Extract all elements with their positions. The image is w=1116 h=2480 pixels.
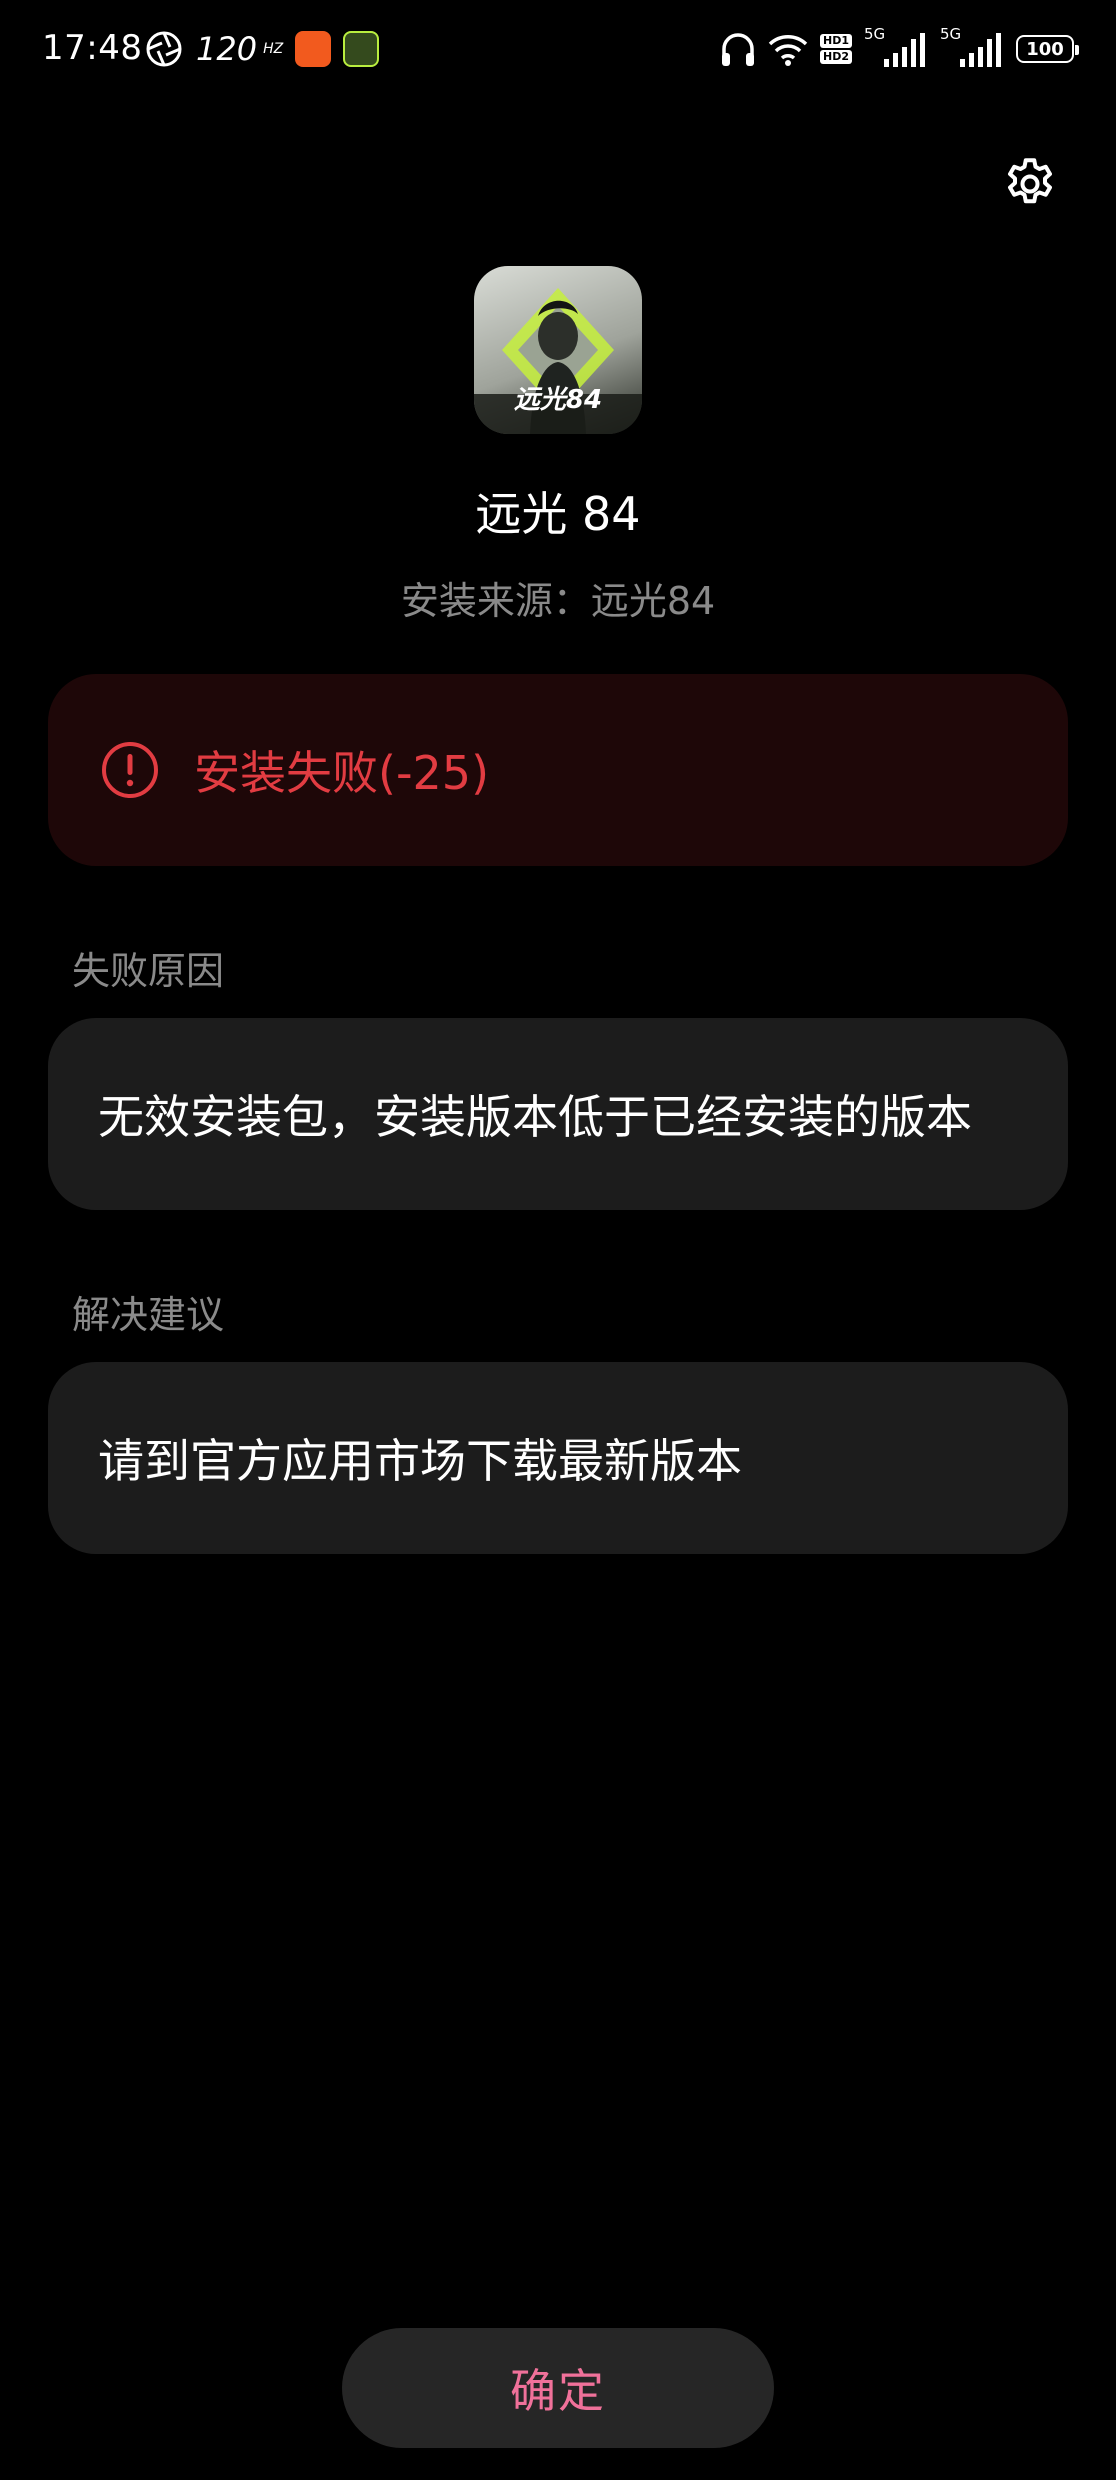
app-icon-art: 远光84 (474, 288, 642, 434)
hd1-badge: HD1 (820, 34, 852, 48)
app-icon-logo-text: 远光84 (514, 385, 602, 415)
suggestion-text: 请到官方应用市场下载最新版本 (98, 1434, 742, 1488)
error-card: 安装失败(-25) (48, 674, 1068, 866)
wifi-icon (768, 35, 808, 66)
refresh-rate: 120 (196, 30, 258, 68)
exclamation-circle-icon (102, 742, 158, 798)
status-time: 17:48 (42, 28, 143, 68)
signal-1: 5G (864, 25, 928, 69)
failure-reason-card: 无效安装包，安装版本低于已经安装的版本 (48, 1018, 1068, 1210)
aperture-icon (146, 31, 182, 67)
notification-app-icon (295, 31, 332, 67)
hd2-badge: HD2 (820, 50, 852, 64)
confirm-button[interactable]: 确定 (342, 2328, 774, 2448)
failure-reason-text: 无效安装包，安装版本低于已经安装的版本 (98, 1090, 972, 1144)
install-source: 安装来源：远光84 (400, 579, 716, 623)
battery-indicator: 100 (1016, 35, 1079, 63)
suggestion-label: 解决建议 (72, 1293, 225, 1337)
install-result-screen: 17:48 120 HZ HD1 HD2 5G 5G 100 远光84 远光 8… (0, 0, 1116, 2480)
signal-1-label: 5G (864, 25, 886, 43)
refresh-unit: HZ (263, 41, 284, 57)
gear-icon (1008, 158, 1052, 204)
status-bar: 17:48 120 HZ HD1 HD2 5G 5G 100 (0, 0, 1116, 100)
failure-reason-label: 失败原因 (72, 949, 225, 993)
status-left-icons: 120 HZ (144, 26, 380, 72)
hd-badges: HD1 HD2 (820, 34, 852, 64)
suggestion-card: 请到官方应用市场下载最新版本 (48, 1362, 1068, 1554)
signal-2: 5G (940, 25, 1004, 69)
app-icon: 远光84 (474, 266, 642, 434)
notification-game-icon (343, 31, 380, 67)
headphones-icon (722, 33, 754, 66)
settings-button[interactable] (996, 150, 1064, 218)
status-right-icons: HD1 HD2 5G 5G 100 (720, 25, 1079, 72)
app-name: 远光 84 (475, 487, 641, 541)
signal-2-label: 5G (940, 25, 962, 43)
error-message: 安装失败(-25) (194, 746, 490, 800)
